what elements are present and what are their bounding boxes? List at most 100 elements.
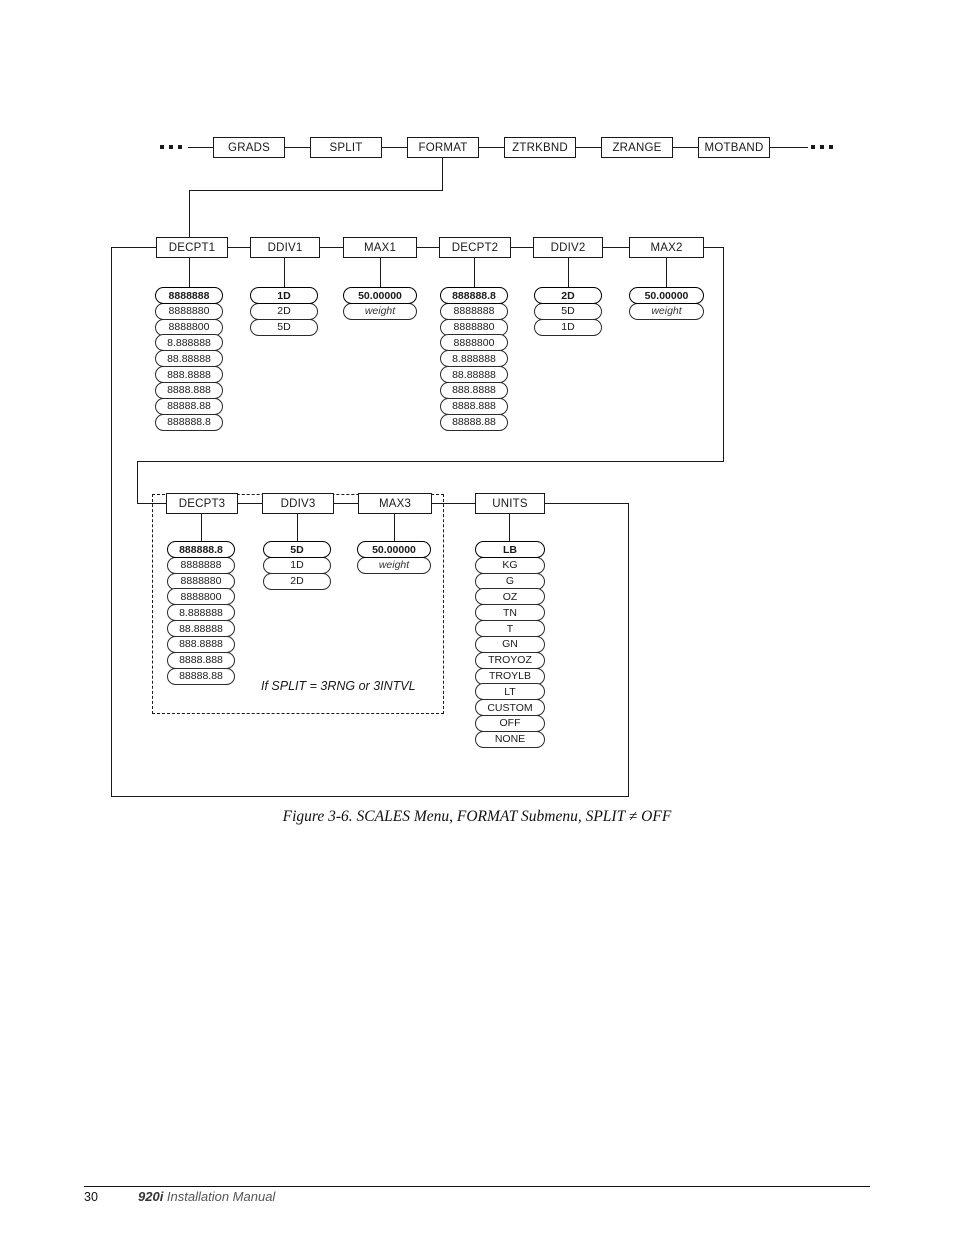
connector-decpt2-ddiv2: [511, 247, 533, 248]
menu-box-ddiv3[interactable]: DDIV3: [262, 493, 334, 514]
menu-box-label: DDIV1: [267, 241, 303, 254]
connector-split-format: [382, 147, 407, 148]
footer-divider: [84, 1186, 870, 1187]
menu-box-split[interactable]: SPLIT: [310, 137, 382, 158]
connector-decpt1-ddiv1: [228, 247, 250, 248]
value-pill[interactable]: 2D: [250, 302, 318, 320]
value-pill[interactable]: 8888.888: [440, 397, 508, 415]
menu-box-motband[interactable]: MOTBAND: [698, 137, 770, 158]
connector-ztrkbnd-zrange: [576, 147, 601, 148]
value-pill[interactable]: 8888800: [167, 588, 235, 606]
footer-manual-title: 920i Installation Manual: [138, 1189, 275, 1204]
menu-box-format[interactable]: FORMAT: [407, 137, 479, 158]
connector-format-ztrkbnd: [479, 147, 504, 148]
value-pill[interactable]: 8888800: [440, 334, 508, 352]
value-pill[interactable]: 888.8888: [155, 366, 223, 384]
stem-units: [509, 514, 510, 544]
value-pill[interactable]: T: [475, 620, 545, 638]
value-pill[interactable]: 88888.88: [167, 667, 235, 685]
menu-box-grads[interactable]: GRADS: [213, 137, 285, 158]
menu-box-label: MOTBAND: [704, 141, 764, 154]
value-pill[interactable]: CUSTOM: [475, 699, 545, 717]
value-pill[interactable]: 1D: [534, 318, 602, 336]
value-pill[interactable]: 8888888: [167, 556, 235, 574]
menu-box-label: FORMAT: [418, 141, 468, 154]
value-pill[interactable]: 8888880: [167, 572, 235, 590]
value-pill[interactable]: 8888880: [155, 302, 223, 320]
footer-page-number: 30: [84, 1190, 98, 1204]
value-pill[interactable]: LB: [475, 541, 545, 558]
menu-box-decpt2[interactable]: DECPT2: [439, 237, 511, 258]
value-pill[interactable]: 50.00000: [343, 287, 417, 304]
menu-box-ztrkbnd[interactable]: ZTRKBND: [504, 137, 576, 158]
value-pill[interactable]: weight: [629, 302, 704, 320]
wrap-max2-across: [137, 461, 724, 462]
stem-max1: [380, 258, 381, 287]
connector-format-elbow: [189, 190, 443, 191]
value-pill[interactable]: 8888880: [440, 318, 508, 336]
value-list-max3: 50.00000 weight: [357, 541, 431, 574]
menu-box-label: ZTRKBND: [512, 141, 568, 154]
menu-box-label: MAX1: [363, 241, 397, 254]
menu-box-decpt3[interactable]: DECPT3: [166, 493, 238, 514]
value-pill[interactable]: 8888.888: [167, 651, 235, 669]
wrap-max2-exit: [704, 247, 724, 248]
value-pill[interactable]: OZ: [475, 588, 545, 606]
value-pill[interactable]: NONE: [475, 730, 545, 748]
menu-box-max3[interactable]: MAX3: [358, 493, 432, 514]
value-pill[interactable]: TROYOZ: [475, 651, 545, 669]
value-pill[interactable]: 88888.88: [440, 413, 508, 431]
menu-box-label: DDIV2: [550, 241, 586, 254]
value-pill[interactable]: 8.888888: [440, 350, 508, 368]
value-pill[interactable]: TROYLB: [475, 667, 545, 685]
value-pill[interactable]: 1D: [250, 287, 318, 304]
value-pill[interactable]: weight: [357, 556, 431, 574]
menu-box-ddiv2[interactable]: DDIV2: [533, 237, 603, 258]
menu-box-max1[interactable]: MAX1: [343, 237, 417, 258]
value-pill[interactable]: 50.00000: [357, 541, 431, 558]
value-pill[interactable]: TN: [475, 604, 545, 622]
value-pill[interactable]: 888.8888: [440, 381, 508, 399]
value-pill[interactable]: 888888.8: [167, 541, 235, 558]
figure-caption: Figure 3-6. SCALES Menu, FORMAT Submenu,…: [282, 808, 672, 825]
menu-box-max2[interactable]: MAX2: [629, 237, 704, 258]
value-pill[interactable]: 888888.8: [155, 413, 223, 431]
value-pill[interactable]: 888888.8: [440, 287, 508, 304]
value-pill[interactable]: 50.00000: [629, 287, 704, 304]
menu-box-label: DECPT3: [178, 497, 226, 510]
value-pill[interactable]: OFF: [475, 714, 545, 732]
value-pill[interactable]: 88.88888: [155, 350, 223, 368]
value-pill[interactable]: 5D: [250, 318, 318, 336]
connector-max1-decpt2: [417, 247, 439, 248]
value-list-decpt3: 888888.8 8888888 8888880 8888800 8.88888…: [167, 541, 235, 685]
value-pill[interactable]: G: [475, 572, 545, 590]
value-pill[interactable]: 8.888888: [167, 604, 235, 622]
value-pill[interactable]: 8888888: [440, 302, 508, 320]
value-pill[interactable]: 88.88888: [167, 620, 235, 638]
connector-ddiv1-max1: [320, 247, 343, 248]
value-pill[interactable]: 5D: [534, 302, 602, 320]
value-pill[interactable]: 5D: [263, 541, 331, 558]
value-pill[interactable]: 8888.888: [155, 381, 223, 399]
value-pill[interactable]: GN: [475, 635, 545, 653]
menu-box-decpt1[interactable]: DECPT1: [156, 237, 228, 258]
value-pill[interactable]: 88.88888: [440, 366, 508, 384]
value-pill[interactable]: 1D: [263, 556, 331, 574]
value-pill[interactable]: 8888800: [155, 318, 223, 336]
ellipsis-left-icon: [160, 145, 182, 149]
wrap-bottom-rule: [111, 796, 629, 797]
value-pill[interactable]: 888.8888: [167, 635, 235, 653]
value-pill[interactable]: 2D: [534, 287, 602, 304]
value-pill[interactable]: 8888888: [155, 287, 223, 304]
menu-box-zrange[interactable]: ZRANGE: [601, 137, 673, 158]
value-pill[interactable]: weight: [343, 302, 417, 320]
menu-box-units[interactable]: UNITS: [475, 493, 545, 514]
value-pill[interactable]: 2D: [263, 572, 331, 590]
value-pill[interactable]: LT: [475, 683, 545, 701]
value-pill[interactable]: KG: [475, 556, 545, 574]
value-pill[interactable]: 8.888888: [155, 334, 223, 352]
value-pill[interactable]: 88888.88: [155, 397, 223, 415]
connector-units-exit: [545, 503, 629, 504]
menu-box-label: GRADS: [228, 141, 270, 154]
menu-box-ddiv1[interactable]: DDIV1: [250, 237, 320, 258]
